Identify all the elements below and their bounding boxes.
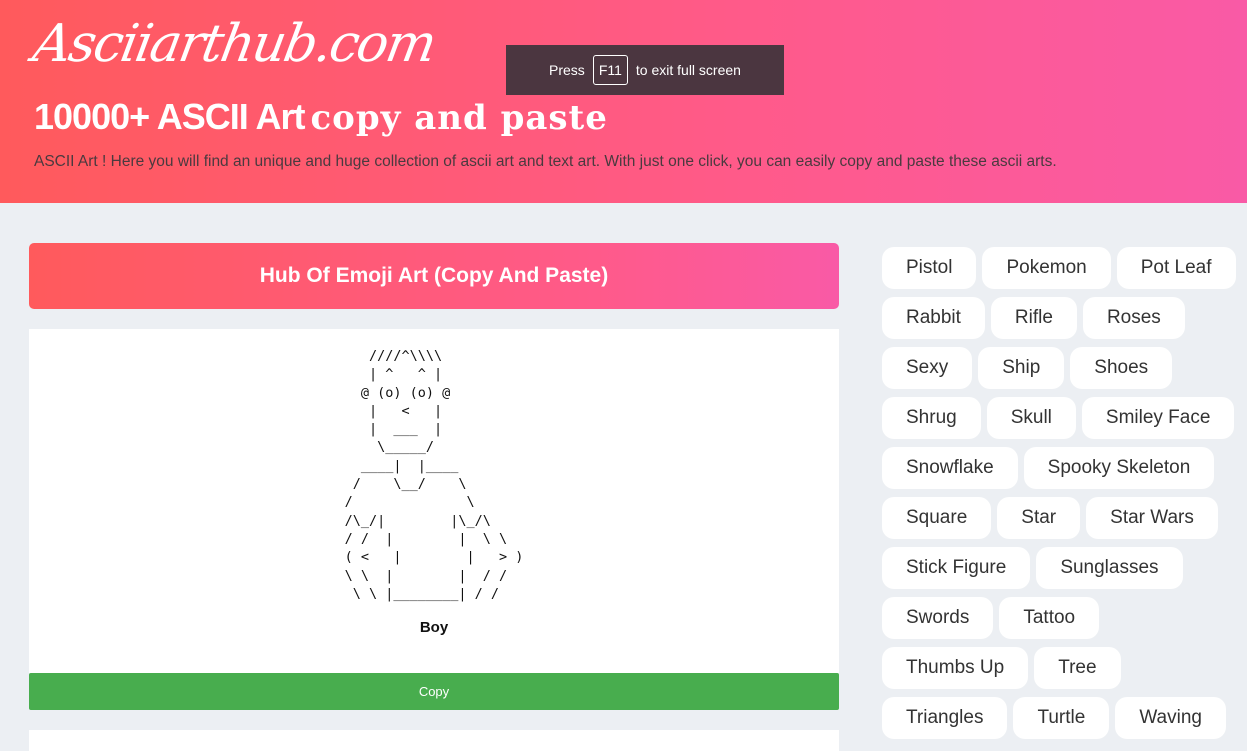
- page-headline: 10000+ ASCII Art copy and paste: [34, 96, 608, 138]
- art-preview: ////^\\\\ | ^ ^ | @ (o) (o) @ | < | | __…: [29, 347, 839, 603]
- tag-star-wars[interactable]: Star Wars: [1086, 497, 1218, 539]
- tag-turtle[interactable]: Turtle: [1013, 697, 1110, 739]
- tag-square[interactable]: Square: [882, 497, 992, 539]
- fullscreen-suffix: to exit full screen: [635, 62, 741, 78]
- tag-pot-leaf[interactable]: Pot Leaf: [1116, 247, 1236, 289]
- copy-button[interactable]: Copy: [29, 673, 839, 710]
- art-name: Boy: [419, 619, 449, 636]
- art-card: ////^\\\\ | ^ ^ | @ (o) (o) @ | < | | __…: [29, 329, 839, 673]
- tag-skull[interactable]: Skull: [986, 397, 1076, 439]
- tag-stick-figure[interactable]: Stick Figure: [882, 547, 1031, 589]
- tag-thumbs-up[interactable]: Thumbs Up: [882, 647, 1029, 689]
- tag-snowflake[interactable]: Snowflake: [882, 447, 1018, 489]
- tag-star[interactable]: Star: [997, 497, 1081, 539]
- tag-sexy[interactable]: Sexy: [882, 347, 973, 389]
- tag-spooky-skeleton[interactable]: Spooky Skeleton: [1023, 447, 1215, 489]
- tag-tree[interactable]: Tree: [1034, 647, 1121, 689]
- site-logo[interactable]: Asciiarthub.com: [29, 14, 440, 74]
- site-tagline: ASCII Art ! Here you will find an unique…: [34, 153, 1057, 170]
- tag-rifle[interactable]: Rifle: [990, 297, 1077, 339]
- tag-shrug[interactable]: Shrug: [882, 397, 981, 439]
- tag-sunglasses[interactable]: Sunglasses: [1036, 547, 1183, 589]
- site-header: Asciiarthub.com 10000+ ASCII Art copy and…: [0, 0, 1247, 203]
- tag-swords[interactable]: Swords: [882, 597, 994, 639]
- fullscreen-prefix: Press: [549, 62, 585, 78]
- tag-smiley-face[interactable]: Smiley Face: [1081, 397, 1235, 439]
- headline-serif: copy and paste: [310, 98, 608, 138]
- tag-pokemon[interactable]: Pokemon: [982, 247, 1111, 289]
- headline-bold: 10000+ ASCII Art: [34, 96, 305, 137]
- fullscreen-notice: Press F11 to exit full screen: [506, 45, 784, 95]
- tag-tattoo[interactable]: Tattoo: [999, 597, 1100, 639]
- f11-key: F11: [592, 55, 628, 85]
- tag-ship[interactable]: Ship: [978, 347, 1065, 389]
- tag-triangles[interactable]: Triangles: [882, 697, 1008, 739]
- tag-shoes[interactable]: Shoes: [1070, 347, 1173, 389]
- tag-roses[interactable]: Roses: [1082, 297, 1185, 339]
- tag-rabbit[interactable]: Rabbit: [882, 297, 985, 339]
- category-tags: Pistol Pokemon Pot Leaf Rabbit Rifle Roses Sex…: [882, 247, 1247, 739]
- next-art-card: [29, 730, 839, 751]
- tag-waving[interactable]: Waving: [1115, 697, 1226, 739]
- section-title: Hub Of Emoji Art (Copy And Paste): [29, 243, 839, 309]
- ascii-art: ////^\\\\ | ^ ^ | @ (o) (o) @ | < | | __…: [344, 348, 524, 602]
- tag-pistol[interactable]: Pistol: [882, 247, 977, 289]
